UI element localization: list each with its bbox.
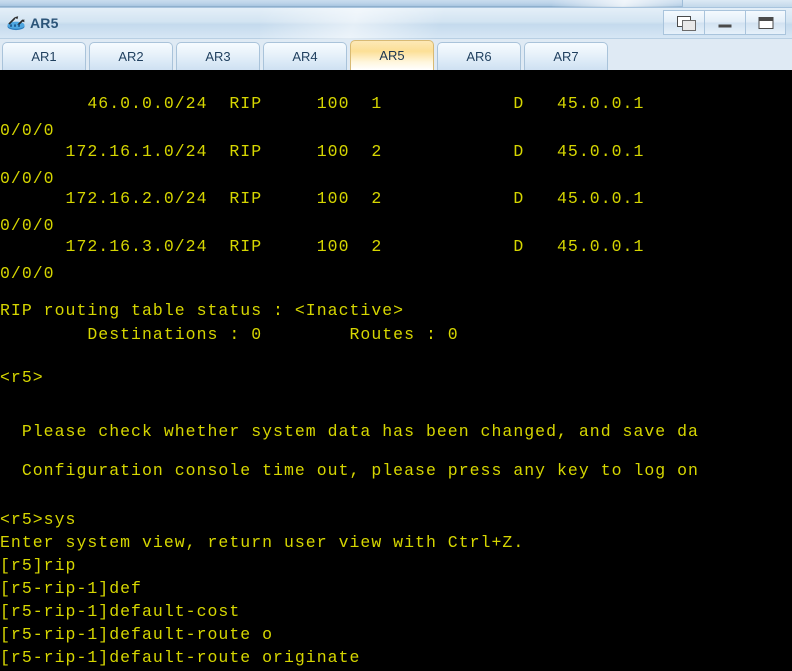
window-titlebar[interactable]: AR5: [0, 8, 792, 39]
console-line: [r5]rip: [0, 556, 77, 575]
console-line: 0/0/0: [0, 264, 55, 283]
maximize-icon: [758, 16, 773, 29]
tab-label: AR7: [553, 49, 579, 64]
console-line: <r5>sys: [0, 510, 77, 529]
minimize-button[interactable]: [704, 10, 745, 35]
console-line: 0/0/0: [0, 169, 55, 188]
console-line: [r5-rip-1]default-route originate: [0, 648, 361, 667]
router-icon: [5, 13, 27, 33]
device-window: AR5 AR1 AR2 AR3 AR4 AR5 AR6 AR7 46.0.0.0…: [0, 7, 792, 671]
restore-cascade-button[interactable]: [663, 10, 704, 35]
tab-label: AR2: [118, 49, 144, 64]
device-tab-bar: AR1 AR2 AR3 AR4 AR5 AR6 AR7: [0, 39, 792, 70]
titlebar-sheen: [260, 8, 470, 39]
console-line: Please check whether system data has bee…: [0, 422, 699, 441]
console-line: <r5>: [0, 368, 44, 387]
tab-ar7[interactable]: AR7: [524, 42, 608, 70]
console-line: RIP routing table status : <Inactive>: [0, 301, 405, 320]
console-line: Configuration console time out, please p…: [0, 461, 699, 480]
console-line: [r5-rip-1]default-cost: [0, 602, 241, 621]
tab-ar4[interactable]: AR4: [263, 42, 347, 70]
tab-label: AR4: [292, 49, 318, 64]
console-line: 172.16.1.0/24 RIP 100 2 D 45.0.0.1: [0, 142, 645, 161]
tab-ar3[interactable]: AR3: [176, 42, 260, 70]
tab-ar1[interactable]: AR1: [2, 42, 86, 70]
console-line: Destinations : 0 Routes : 0: [0, 325, 459, 344]
cascade-icon: [669, 11, 699, 35]
parent-window-frame: [0, 0, 792, 7]
tab-ar2[interactable]: AR2: [89, 42, 173, 70]
console-line: 0/0/0: [0, 216, 55, 235]
console-line: 172.16.3.0/24 RIP 100 2 D 45.0.0.1: [0, 237, 645, 256]
console-line: Enter system view, return user view with…: [0, 533, 525, 552]
console-line: 172.16.2.0/24 RIP 100 2 D 45.0.0.1: [0, 189, 645, 208]
console-line: [r5-rip-1]def: [0, 579, 142, 598]
tab-label: AR5: [379, 48, 405, 63]
window-controls: [663, 8, 786, 38]
tab-label: AR6: [466, 49, 492, 64]
tab-ar5[interactable]: AR5: [350, 40, 434, 70]
tab-label: AR3: [205, 49, 231, 64]
console-line: 0/0/0: [0, 121, 55, 140]
window-title: AR5: [30, 15, 59, 31]
app-root: AR5 AR1 AR2 AR3 AR4 AR5 AR6 AR7 46.0.0.0…: [0, 0, 792, 671]
minimize-icon: [718, 18, 732, 27]
frame-right-segment: [682, 0, 792, 7]
tab-label: AR1: [31, 49, 57, 64]
cli-console[interactable]: 46.0.0.0/24 RIP 100 1 D 45.0.0.1 0/0/0 17…: [0, 70, 792, 671]
maximize-button[interactable]: [745, 10, 786, 35]
cli-output: 46.0.0.0/24 RIP 100 1 D 45.0.0.1 0/0/0 17…: [0, 70, 792, 671]
console-line: [r5-rip-1]default-route o: [0, 625, 274, 644]
console-line: 46.0.0.0/24 RIP 100 1 D 45.0.0.1: [0, 94, 645, 113]
tab-ar6[interactable]: AR6: [437, 42, 521, 70]
